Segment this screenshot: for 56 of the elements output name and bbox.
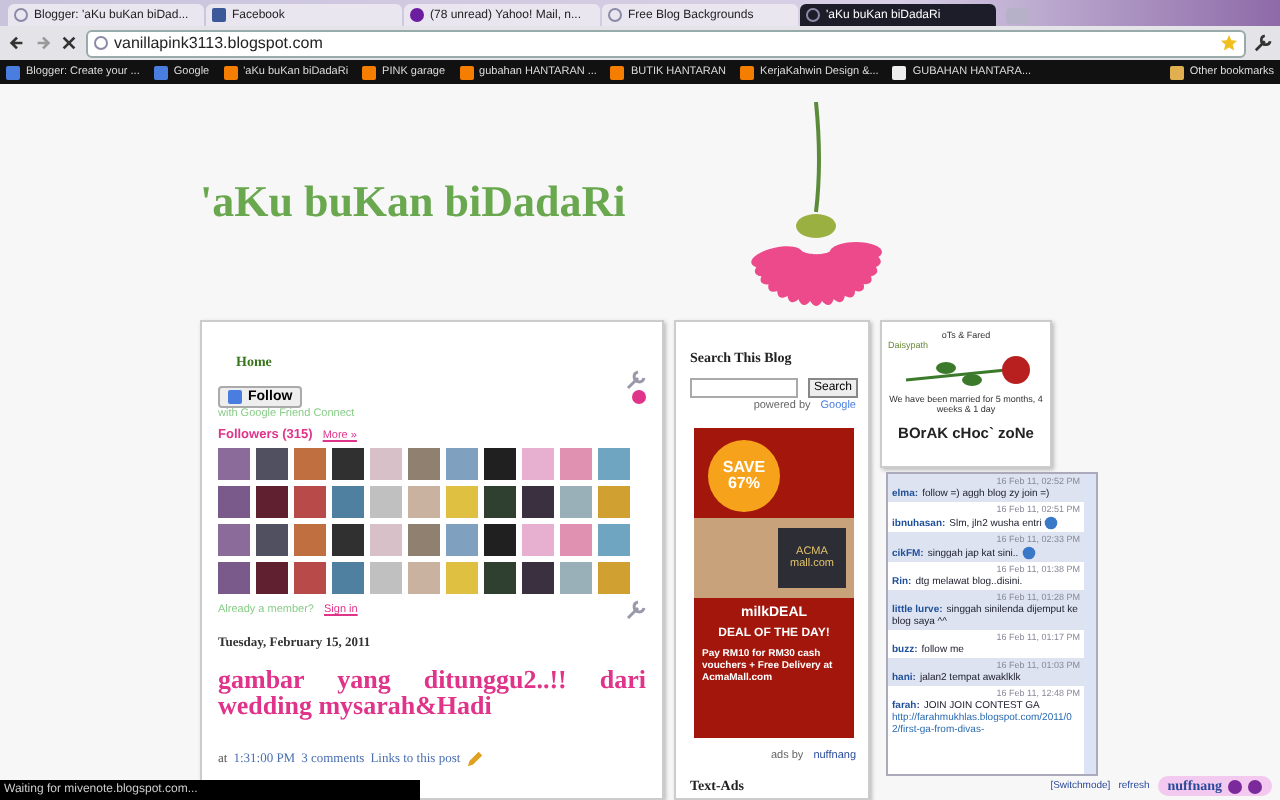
star-icon[interactable] [1220,34,1238,52]
blog-title: 'aKu buKan biDadaRi [200,176,626,228]
forward-icon[interactable] [34,34,52,52]
photo-placeholder[interactable] [560,524,592,556]
photo-placeholder[interactable] [484,448,516,480]
photo-placeholder[interactable] [370,524,402,556]
scrollbar[interactable] [1084,474,1096,774]
photo-placeholder[interactable] [484,486,516,518]
photo-placeholder[interactable] [294,562,326,594]
photo-placeholder[interactable] [218,562,250,594]
photo-placeholder[interactable] [408,524,440,556]
photo-placeholder[interactable] [408,562,440,594]
photo-placeholder[interactable] [370,562,402,594]
address-bar[interactable]: vanillapink3113.blogspot.com [86,29,1246,57]
photo-placeholder[interactable] [522,448,554,480]
photo-placeholder[interactable] [484,562,516,594]
photo-placeholder[interactable] [522,524,554,556]
new-tab-button[interactable] [1006,8,1030,24]
photo-placeholder[interactable] [332,486,364,518]
photo-placeholder[interactable] [484,524,516,556]
save-badge: SAVE 67% [708,440,780,512]
photo-placeholder[interactable] [370,448,402,480]
photo-placeholder[interactable] [560,448,592,480]
photo-placeholder[interactable] [522,562,554,594]
photo-placeholder[interactable] [446,562,478,594]
photo-placeholder[interactable] [218,448,250,480]
photo-placeholder[interactable] [522,486,554,518]
pencil-icon[interactable] [466,750,485,768]
photo-placeholder[interactable] [408,486,440,518]
photo-placeholder[interactable] [332,524,364,556]
photo-placeholder[interactable] [218,486,250,518]
photo-placeholder[interactable] [256,448,288,480]
photo-placeholder[interactable] [256,486,288,518]
photo-placeholder[interactable] [446,486,478,518]
search-field[interactable] [690,378,798,398]
photo-placeholder[interactable] [560,486,592,518]
stop-icon[interactable] [60,34,78,52]
photo-placeholder[interactable] [598,524,630,556]
photo-placeholder[interactable] [408,448,440,480]
photo-placeholder[interactable] [598,448,630,480]
back-icon[interactable] [8,34,26,52]
photo-placeholder[interactable] [446,448,478,480]
photo-placeholder[interactable] [332,448,364,480]
post-title[interactable]: gambar yang ditunggu2..!! dari wedding mysarah&Hadi [218,666,646,718]
wrench-icon[interactable] [1254,34,1272,52]
photo-placeholder[interactable] [598,486,630,518]
photo-placeholder[interactable] [256,562,288,594]
photo-placeholder[interactable] [294,486,326,518]
photo-placeholder[interactable] [256,524,288,556]
photo-placeholder[interactable] [446,524,478,556]
photo-placeholder[interactable] [332,562,364,594]
photo-placeholder[interactable] [370,486,402,518]
photo-placeholder[interactable] [560,562,592,594]
photo-placeholder[interactable] [294,448,326,480]
photo-placeholder[interactable] [218,524,250,556]
photo-placeholder[interactable] [294,524,326,556]
